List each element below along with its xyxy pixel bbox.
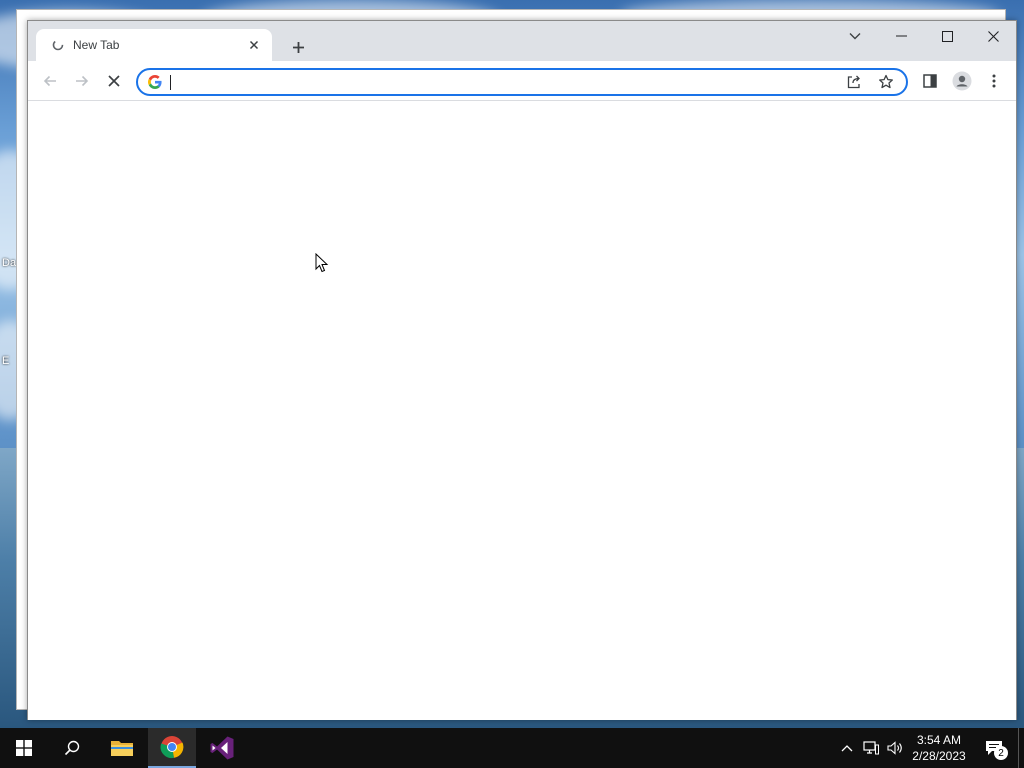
tab-title: New Tab [73,38,120,52]
chevron-down-icon [849,33,861,40]
taskbar: 3:54 AM 2/28/2023 2 [0,728,1024,768]
visual-studio-icon [210,736,234,760]
close-window-button[interactable] [970,21,1016,51]
notification-count-badge: 2 [994,746,1008,760]
show-hidden-icons-button[interactable] [838,728,856,768]
profile-icon [952,71,972,91]
desktop-icon-label[interactable]: E [2,355,9,367]
bookmark-button[interactable] [874,70,898,94]
folder-icon [111,741,133,756]
arrow-right-icon [76,75,89,87]
minimize-button[interactable] [878,21,924,51]
start-button[interactable] [0,728,48,768]
desktop-icon-label[interactable]: Da [2,257,16,269]
address-bar-input[interactable] [171,72,834,92]
action-center-button[interactable]: 2 [980,728,1008,768]
side-panel-icon [923,74,937,88]
stop-icon [108,75,120,87]
arrow-left-icon [43,75,56,87]
tab-strip: New Tab [28,21,1016,61]
chrome-icon [160,736,184,759]
page-content[interactable] [28,102,1016,720]
volume-icon [887,741,902,755]
maximize-button[interactable] [924,21,970,51]
back-button[interactable] [36,67,64,95]
volume-button[interactable] [884,728,906,768]
mouse-cursor-icon [315,253,329,273]
chevron-up-icon [841,745,853,752]
search-icon [64,740,80,756]
toolbar [28,61,1016,101]
forward-button[interactable] [68,67,96,95]
taskbar-clock[interactable]: 3:54 AM 2/28/2023 [906,732,972,764]
show-desktop-button[interactable] [1018,728,1024,768]
taskbar-search-button[interactable] [48,728,96,768]
menu-button[interactable] [980,67,1008,95]
taskbar-chrome[interactable] [148,728,196,768]
network-icon [863,741,879,755]
clock-time: 3:54 AM [916,733,962,747]
star-icon [879,74,893,89]
profile-button[interactable] [948,67,976,95]
loading-icon [52,39,64,51]
share-icon [847,75,860,89]
plus-icon [292,41,304,53]
side-panel-button[interactable] [916,67,944,95]
omnibox[interactable] [136,68,908,96]
close-icon [987,30,999,42]
network-button[interactable] [860,728,882,768]
share-button[interactable] [842,70,866,94]
browser-window: New Tab [27,20,1017,720]
maximize-icon [941,30,953,42]
google-g-icon [148,75,162,89]
tab-search-button[interactable] [832,21,878,51]
tab-new-tab[interactable]: New Tab [36,29,272,61]
clock-date: 2/28/2023 [912,749,966,763]
new-tab-button[interactable] [286,35,310,59]
taskbar-visual-studio[interactable] [198,728,246,768]
close-tab-icon[interactable] [246,37,262,53]
minimize-icon [895,35,907,37]
windows-start-icon [16,740,32,756]
taskbar-file-explorer[interactable] [98,728,146,768]
stop-button[interactable] [100,67,128,95]
kebab-menu-icon [992,74,996,88]
